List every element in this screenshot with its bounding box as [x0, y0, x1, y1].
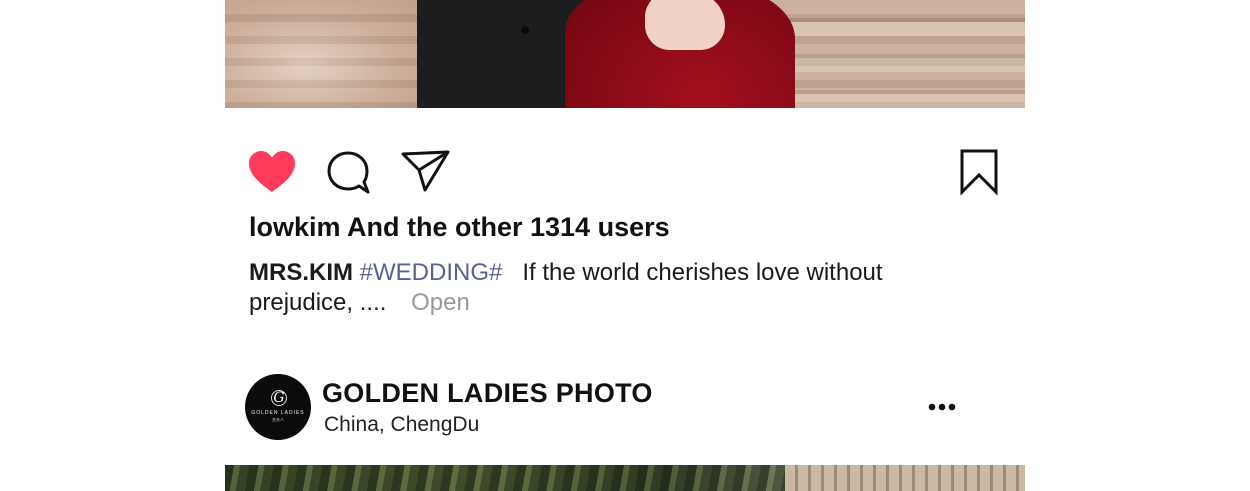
paper-plane-icon[interactable] — [401, 149, 451, 193]
post-location[interactable]: China, ChengDu — [324, 413, 479, 437]
heart-icon[interactable] — [248, 150, 296, 194]
photo-bride-arm — [645, 0, 725, 50]
post-caption: MRS.KIM #WEDDING# If the world cherishes… — [249, 258, 949, 318]
next-post-header: G GOLDEN LADIES 金夫人 GOLDEN LADIES PHOTO … — [225, 372, 1025, 442]
post-photo[interactable] — [225, 0, 1025, 108]
account-name[interactable]: GOLDEN LADIES PHOTO — [322, 378, 653, 409]
ellipsis-icon[interactable] — [928, 402, 958, 412]
caption-open-link[interactable]: Open — [411, 289, 470, 316]
next-post-photo[interactable] — [225, 465, 1025, 491]
comment-bubble-icon[interactable] — [326, 150, 372, 196]
photo-groom-suit — [417, 0, 585, 108]
likes-summary[interactable]: lowkim And the other 1314 users — [249, 212, 670, 243]
caption-username[interactable]: MRS.KIM — [249, 259, 353, 286]
photo-foliage — [225, 465, 785, 491]
photo-archway — [785, 465, 1025, 491]
bookmark-icon[interactable] — [959, 148, 999, 196]
caption-hashtag[interactable]: #WEDDING# — [360, 259, 503, 286]
post-action-bar — [225, 140, 1025, 196]
feed: lowkim And the other 1314 users MRS.KIM … — [225, 0, 1025, 491]
avatar-monogram: G — [271, 390, 287, 406]
avatar-subtext: 金夫人 — [272, 417, 284, 422]
suit-button — [521, 26, 529, 34]
avatar-brand: GOLDEN LADIES — [251, 410, 305, 416]
avatar[interactable]: G GOLDEN LADIES 金夫人 — [245, 374, 311, 440]
